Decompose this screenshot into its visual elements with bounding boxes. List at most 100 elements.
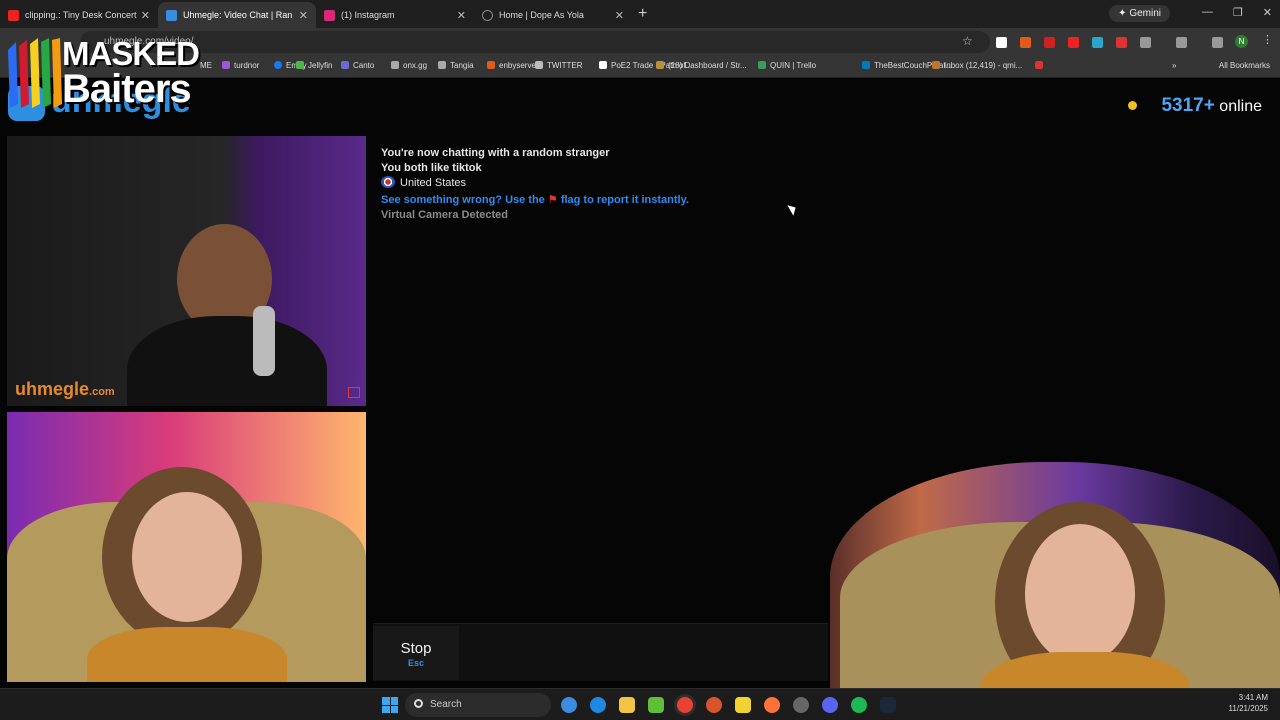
- facecam-face: [1025, 524, 1135, 664]
- steam-icon[interactable]: [880, 697, 896, 713]
- overlay-brand-line2: Baiters: [62, 67, 192, 111]
- system-message-connected: You're now chatting with a random strang…: [381, 147, 610, 159]
- bookmark-item[interactable]: (18) Dashboard / Str...: [656, 61, 747, 70]
- report-text-a: See something wrong? Use the: [381, 194, 545, 206]
- new-tab-button[interactable]: +: [638, 5, 647, 23]
- close-window-icon[interactable]: ✕: [1263, 6, 1272, 19]
- bookmark-item[interactable]: [1035, 61, 1047, 70]
- profile-avatar[interactable]: N: [1235, 35, 1248, 48]
- tab-uhmegle[interactable]: Uhmegle: Video Chat | Ran ✕: [158, 2, 316, 28]
- spotify-icon[interactable]: [851, 697, 867, 713]
- sidebar-icon[interactable]: [1176, 37, 1187, 48]
- app-icon[interactable]: [706, 697, 722, 713]
- overlay-brand-text: MASKED Baiters: [62, 35, 200, 111]
- extension-icon[interactable]: [1044, 37, 1055, 48]
- self-sweater: [87, 627, 287, 682]
- self-video: [7, 412, 366, 682]
- taskbar-search[interactable]: Search: [405, 693, 551, 717]
- stranger-body: [127, 316, 327, 406]
- copilot-icon[interactable]: [561, 697, 577, 713]
- red-flag-icon[interactable]: ⚑: [548, 194, 558, 206]
- close-tab-icon[interactable]: ✕: [457, 9, 466, 22]
- tab-bar: clipping.: Tiny Desk Concert - Y ✕ Uhmeg…: [0, 0, 1280, 28]
- bookmark-item[interactable]: onx.gg: [391, 61, 427, 70]
- bookmark-item[interactable]: ME: [200, 61, 212, 70]
- report-flag-icon[interactable]: [348, 387, 360, 398]
- system-message-interests: You both like tiktok: [381, 162, 482, 174]
- virtual-camera-notice: Virtual Camera Detected: [381, 209, 508, 221]
- windows-taskbar: Search 3:41 AM 11/21/2025: [0, 688, 1280, 720]
- gemini-button[interactable]: ✦ Gemini: [1109, 5, 1170, 22]
- app-icon[interactable]: [793, 697, 809, 713]
- microphone-icon: [253, 306, 275, 376]
- stranger-video: uhmegle.com: [7, 136, 366, 406]
- bookmark-item[interactable]: Jellyfin: [296, 61, 332, 70]
- watermark-main: uhmegle: [15, 379, 90, 399]
- firefox-icon[interactable]: [764, 697, 780, 713]
- bookmark-label: onx.gg: [403, 61, 428, 70]
- minimize-icon[interactable]: —: [1202, 6, 1213, 19]
- status-dot-icon: [1128, 101, 1138, 110]
- sticky-notes-icon[interactable]: [735, 697, 751, 713]
- clock-time: 3:41 AM: [1238, 693, 1268, 702]
- bookmark-label: Tangia: [450, 61, 474, 70]
- bookmark-label: (18) Dashboard / Str...: [668, 61, 747, 70]
- online-counter: 5317+ online: [1128, 95, 1262, 117]
- close-tab-icon[interactable]: ✕: [615, 9, 624, 22]
- close-tab-icon[interactable]: ✕: [141, 9, 150, 22]
- bookmark-label: ME: [200, 61, 212, 70]
- instagram-icon: [324, 9, 335, 21]
- extension-icon[interactable]: [1116, 37, 1127, 48]
- tab-title: clipping.: Tiny Desk Concert - Y: [25, 10, 137, 20]
- bookmark-item[interactable]: turdnor: [222, 61, 259, 70]
- stranger-country: United States: [400, 177, 467, 189]
- tab-title: Uhmegle: Video Chat | Ran: [183, 10, 293, 20]
- tab-dope-as-yola[interactable]: Home | Dope As Yola ✕: [474, 2, 632, 28]
- bookmark-item[interactable]: Tangia: [438, 61, 474, 70]
- bookmark-label: Canto: [353, 61, 375, 70]
- menu-icon[interactable]: ⋮: [1262, 33, 1273, 46]
- uhmegle-watermark: uhmegle.com: [15, 379, 115, 400]
- bookmarks-overflow-icon[interactable]: »: [1172, 61, 1176, 70]
- puzzle-icon[interactable]: [1140, 37, 1151, 48]
- chrome-icon[interactable]: [677, 697, 693, 713]
- loading-icon: [482, 9, 493, 21]
- tab-tiny-desk[interactable]: clipping.: Tiny Desk Concert - Y ✕: [0, 2, 158, 28]
- taskbar-clock[interactable]: 3:41 AM 11/21/2025: [1229, 692, 1268, 714]
- extension-icon[interactable]: [1020, 37, 1031, 48]
- youtube-icon: [8, 9, 19, 21]
- bookmark-item[interactable]: TWITTER: [535, 61, 583, 70]
- media-icon[interactable]: [1212, 37, 1223, 48]
- discord-icon[interactable]: [822, 697, 838, 713]
- all-bookmarks-button[interactable]: All Bookmarks: [1219, 61, 1270, 70]
- bookmark-label: turdnor: [234, 61, 260, 70]
- tab-title: (1) Instagram: [341, 10, 395, 20]
- address-bar[interactable]: uhmegle.com/video/: [80, 31, 990, 53]
- extension-icon[interactable]: [1068, 37, 1079, 48]
- taskbar-search-label: Search: [430, 699, 462, 710]
- bookmark-label: TWITTER: [547, 61, 583, 70]
- us-flag-icon: [381, 176, 395, 188]
- bookmark-item[interactable]: enbyserver: [487, 61, 539, 70]
- stop-button[interactable]: Stop Esc: [373, 626, 459, 680]
- file-explorer-icon[interactable]: [619, 697, 635, 713]
- overlay-brand-line1: MASKED: [62, 35, 200, 72]
- windows-start-icon[interactable]: [382, 697, 398, 713]
- extension-icon[interactable]: [996, 37, 1007, 48]
- edge-icon[interactable]: [590, 697, 606, 713]
- tab-instagram[interactable]: (1) Instagram ✕: [316, 2, 474, 28]
- stripes-logo-icon: [8, 38, 62, 108]
- uhmegle-favicon-icon: [166, 9, 177, 21]
- app-icon[interactable]: [648, 697, 664, 713]
- extension-icon[interactable]: [1092, 37, 1103, 48]
- close-tab-icon[interactable]: ✕: [299, 9, 308, 22]
- bookmark-item[interactable]: Canto: [341, 61, 374, 70]
- clock-date: 11/21/2025: [1228, 704, 1268, 713]
- bookmark-item[interactable]: QUIN | Trello: [758, 61, 816, 70]
- watermark-suffix: .com: [89, 386, 115, 398]
- bookmark-item[interactable]: Inbox (12,419) - qmi...: [932, 61, 1022, 70]
- search-icon: [414, 699, 423, 708]
- bookmark-star-icon[interactable]: ☆: [962, 34, 973, 48]
- bookmark-label: Jellyfin: [308, 61, 333, 70]
- maximize-icon[interactable]: ❐: [1233, 6, 1243, 19]
